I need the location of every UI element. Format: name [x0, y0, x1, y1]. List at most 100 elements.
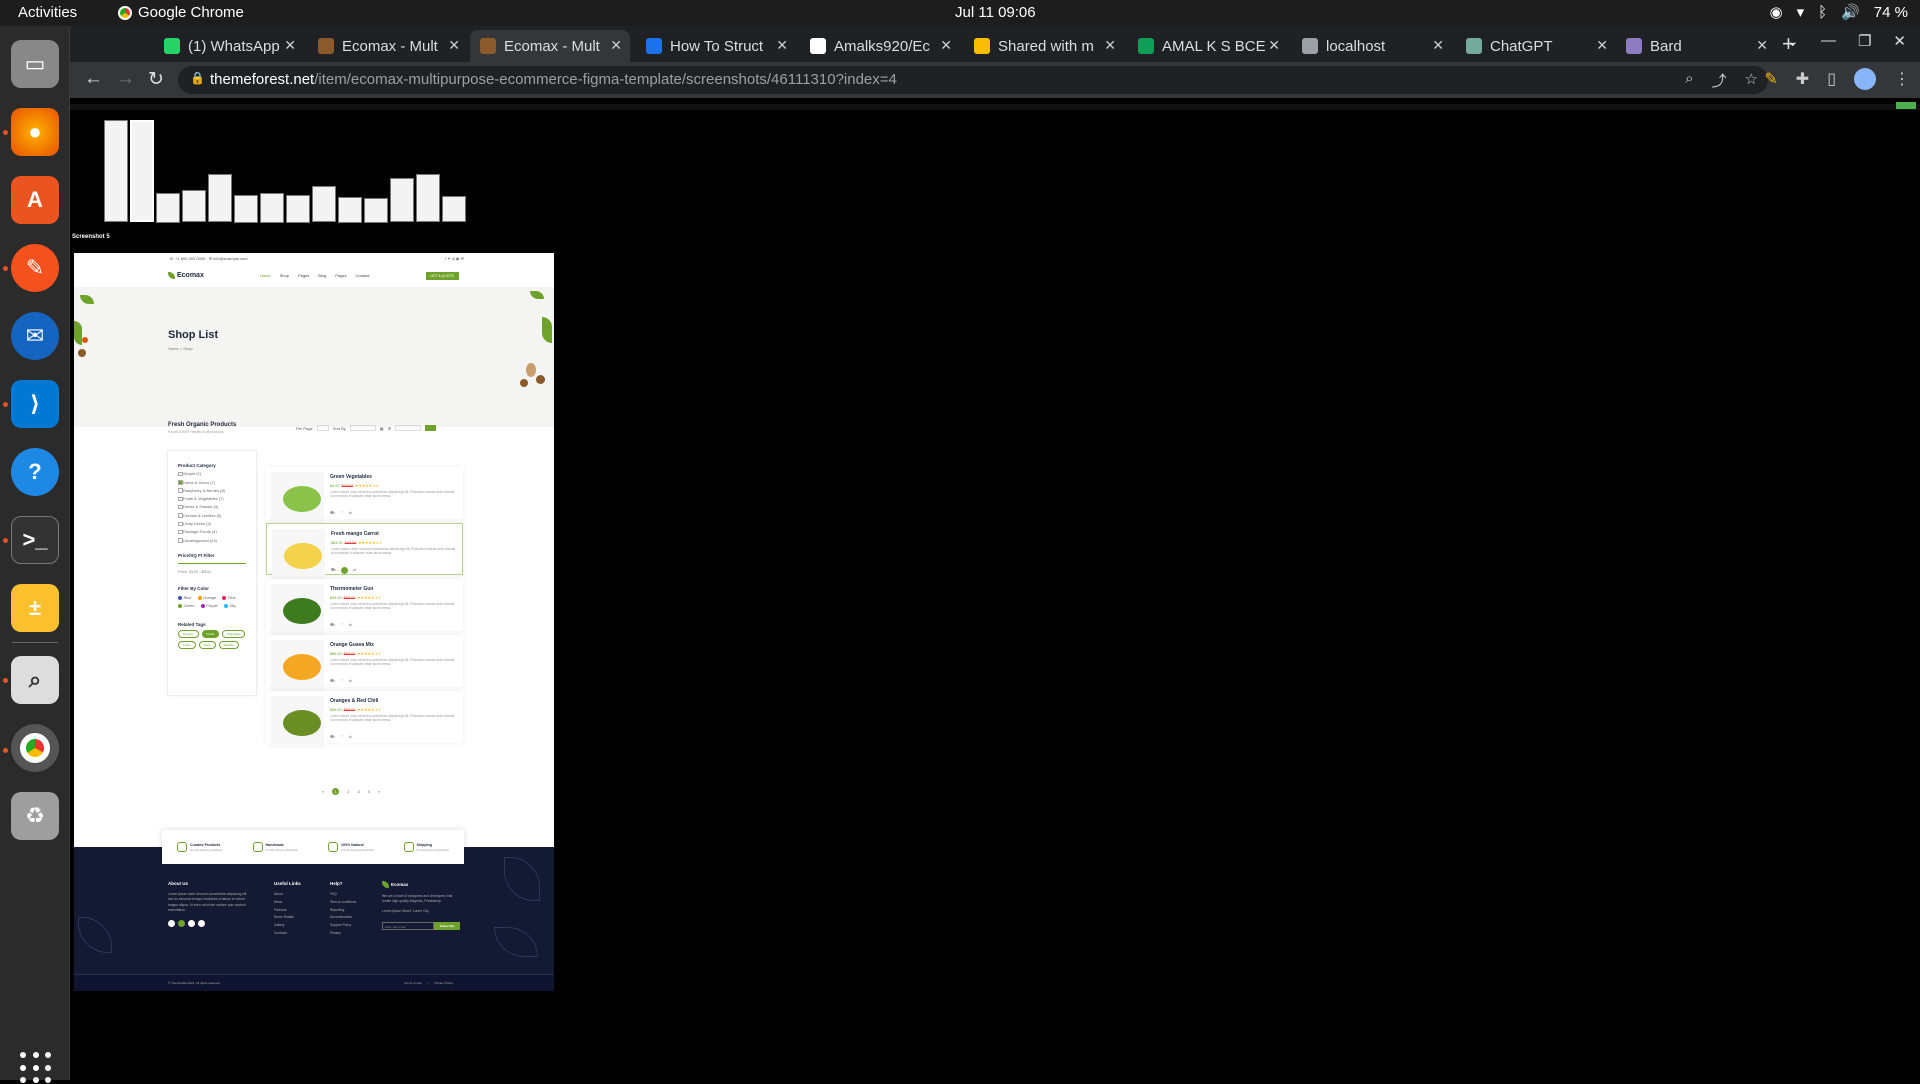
menu-item[interactable]: Pages — [335, 273, 346, 278]
tab-1[interactable]: (1) WhatsApp ✕ — [154, 30, 304, 62]
tab-close-icon[interactable]: ✕ — [610, 37, 622, 54]
footer-link[interactable]: Room Details — [274, 915, 301, 919]
footer-link[interactable]: Partners — [274, 908, 301, 912]
color-option[interactable]: Purple — [200, 603, 218, 608]
product-card[interactable]: Green Vegetables $4.00 $48.00 ★★★★★ 4.5 Lore… — [266, 467, 463, 524]
bookmark-star-icon[interactable]: ☆ — [1745, 70, 1758, 91]
wishlist-icon[interactable] — [341, 567, 349, 574]
tag-chip[interactable]: Juice — [198, 641, 216, 650]
tab-6[interactable]: Shared with m ✕ — [964, 30, 1124, 62]
footer-logo[interactable]: Ecomax — [382, 881, 462, 888]
screenshot-thumbnail[interactable] — [182, 190, 206, 222]
page-link[interactable]: 1 — [332, 788, 340, 795]
screenshot-thumbnail[interactable] — [442, 196, 466, 222]
screenshot-thumbnail[interactable] — [208, 174, 232, 222]
color-option[interactable]: Green — [178, 603, 195, 608]
product-name[interactable]: Green Vegetables — [330, 474, 372, 480]
tag-chip[interactable]: Vegetable — [222, 630, 246, 639]
menu-item[interactable]: Blog — [318, 273, 326, 278]
screenshot-thumbnail[interactable] — [416, 174, 440, 222]
youtube-icon[interactable] — [198, 920, 205, 928]
product-name[interactable]: Oranges & Red Chili — [330, 698, 378, 704]
color-option[interactable]: Blue — [178, 595, 192, 600]
tab-close-icon[interactable]: ✕ — [1596, 37, 1608, 54]
screenshot-thumbnail[interactable] — [156, 193, 180, 223]
price-slider[interactable] — [178, 562, 246, 565]
wishlist-icon[interactable]: ♡ — [340, 734, 344, 740]
chrome-dock-icon[interactable] — [11, 724, 59, 772]
category-checkbox[interactable]: Cereals & Lentiles (5) — [178, 513, 246, 518]
menu-kebab-icon[interactable]: ⋮ — [1894, 69, 1910, 89]
cart-icon[interactable]: ⛟ — [330, 734, 335, 740]
tab-3[interactable]: Ecomax - Mult ✕ — [470, 30, 630, 62]
compare-icon[interactable]: ⇄ — [353, 567, 356, 574]
forward-icon[interactable]: → — [116, 68, 135, 90]
footer-help-link[interactable]: Privacy — [330, 931, 356, 935]
page-link[interactable]: » — [378, 789, 380, 794]
footer-link[interactable]: About — [274, 892, 301, 896]
clock[interactable]: Jul 11 09:06 — [955, 4, 1036, 21]
wishlist-icon[interactable]: ♡ — [340, 678, 344, 684]
postman-icon[interactable]: ✎ — [11, 244, 59, 292]
maximize-icon[interactable]: ❐ — [1858, 32, 1871, 50]
product-card[interactable]: Fresh mango Carrot $84.00 $98.00 ★★★★★ 4.5 L… — [266, 523, 463, 581]
screenshot-thumbnail[interactable] — [390, 178, 414, 222]
color-option[interactable]: Sky — [223, 603, 236, 608]
tab-close-icon[interactable]: ✕ — [1756, 37, 1768, 54]
screenshot-thumbnail[interactable] — [364, 198, 388, 223]
instagram-icon[interactable] — [188, 920, 195, 928]
facebook-icon[interactable] — [168, 920, 175, 928]
app-menu[interactable]: Google Chrome — [118, 4, 244, 21]
vscode-icon[interactable]: ⟩ — [11, 380, 59, 428]
tag-chip[interactable]: Healthy — [218, 641, 239, 650]
subscribe-button[interactable]: Subscribe — [434, 921, 460, 930]
compare-icon[interactable]: ⇄ — [349, 510, 352, 516]
side-panel-icon[interactable]: ▯ — [1827, 69, 1836, 89]
reload-icon[interactable]: ↻ — [148, 68, 164, 91]
product-image[interactable] — [271, 640, 324, 692]
tab-4[interactable]: How To Struct ✕ — [636, 30, 796, 62]
product-image[interactable] — [271, 472, 324, 524]
zoom-icon[interactable]: ⌕ — [1685, 70, 1693, 91]
tab-7[interactable]: AMAL K S BCE ✕ — [1128, 30, 1288, 62]
product-image[interactable] — [271, 584, 324, 636]
page-link[interactable]: 2 — [347, 789, 349, 794]
category-checkbox[interactable]: Uncategorized (24) — [178, 538, 246, 543]
color-option[interactable]: Orange — [197, 595, 216, 600]
tab-9[interactable]: ChatGPT ✕ — [1456, 30, 1616, 62]
quote-button[interactable]: GET A QUOTE — [425, 271, 459, 280]
profile-avatar[interactable] — [1854, 68, 1876, 90]
footer-help-link[interactable]: Documentation — [330, 915, 356, 919]
minimize-icon[interactable]: — — [1821, 32, 1836, 50]
compare-icon[interactable]: ⇄ — [349, 734, 352, 740]
category-checkbox[interactable]: Simple (1) — [178, 471, 246, 477]
terms-link[interactable]: Terms of Use — [404, 981, 422, 985]
grid-view-icon[interactable]: ▦ — [380, 426, 384, 431]
product-image[interactable] — [272, 529, 325, 581]
page-link[interactable]: 3 — [357, 789, 359, 794]
tab-close-icon[interactable]: ✕ — [940, 37, 952, 54]
footer-help-link[interactable]: Reporting — [330, 908, 356, 912]
tab-2[interactable]: Ecomax - Mult ✕ — [308, 30, 468, 62]
purchase-badge[interactable] — [1896, 102, 1916, 109]
category-checkbox[interactable]: Raspberry & Berries (8) — [178, 488, 246, 493]
wishlist-icon[interactable]: ♡ — [340, 510, 344, 516]
software-center-icon[interactable]: A — [11, 176, 59, 224]
trash-icon[interactable]: ♻ — [11, 792, 59, 840]
site-logo[interactable]: Ecomax — [168, 272, 204, 279]
tab-8[interactable]: localhost ✕ — [1292, 30, 1452, 62]
cart-icon[interactable]: ⛟ — [330, 678, 335, 684]
page-link[interactable]: « — [322, 789, 324, 794]
sort-select[interactable] — [349, 425, 376, 431]
tab-close-icon[interactable]: ✕ — [1432, 37, 1444, 54]
subscribe-input[interactable]: Enter your email — [382, 921, 434, 930]
files-icon[interactable]: ▭ — [11, 40, 59, 88]
back-icon[interactable]: ← — [84, 68, 103, 90]
screenshot-thumbnail[interactable] — [338, 197, 362, 223]
screenshot-thumbnail[interactable] — [234, 195, 258, 223]
tag-chip[interactable]: Fresh — [178, 641, 196, 650]
tab-close-icon[interactable]: ✕ — [776, 37, 788, 54]
activities-button[interactable]: Activities — [18, 4, 77, 21]
color-option[interactable]: Pink — [222, 595, 236, 600]
search-field[interactable] — [395, 425, 422, 431]
